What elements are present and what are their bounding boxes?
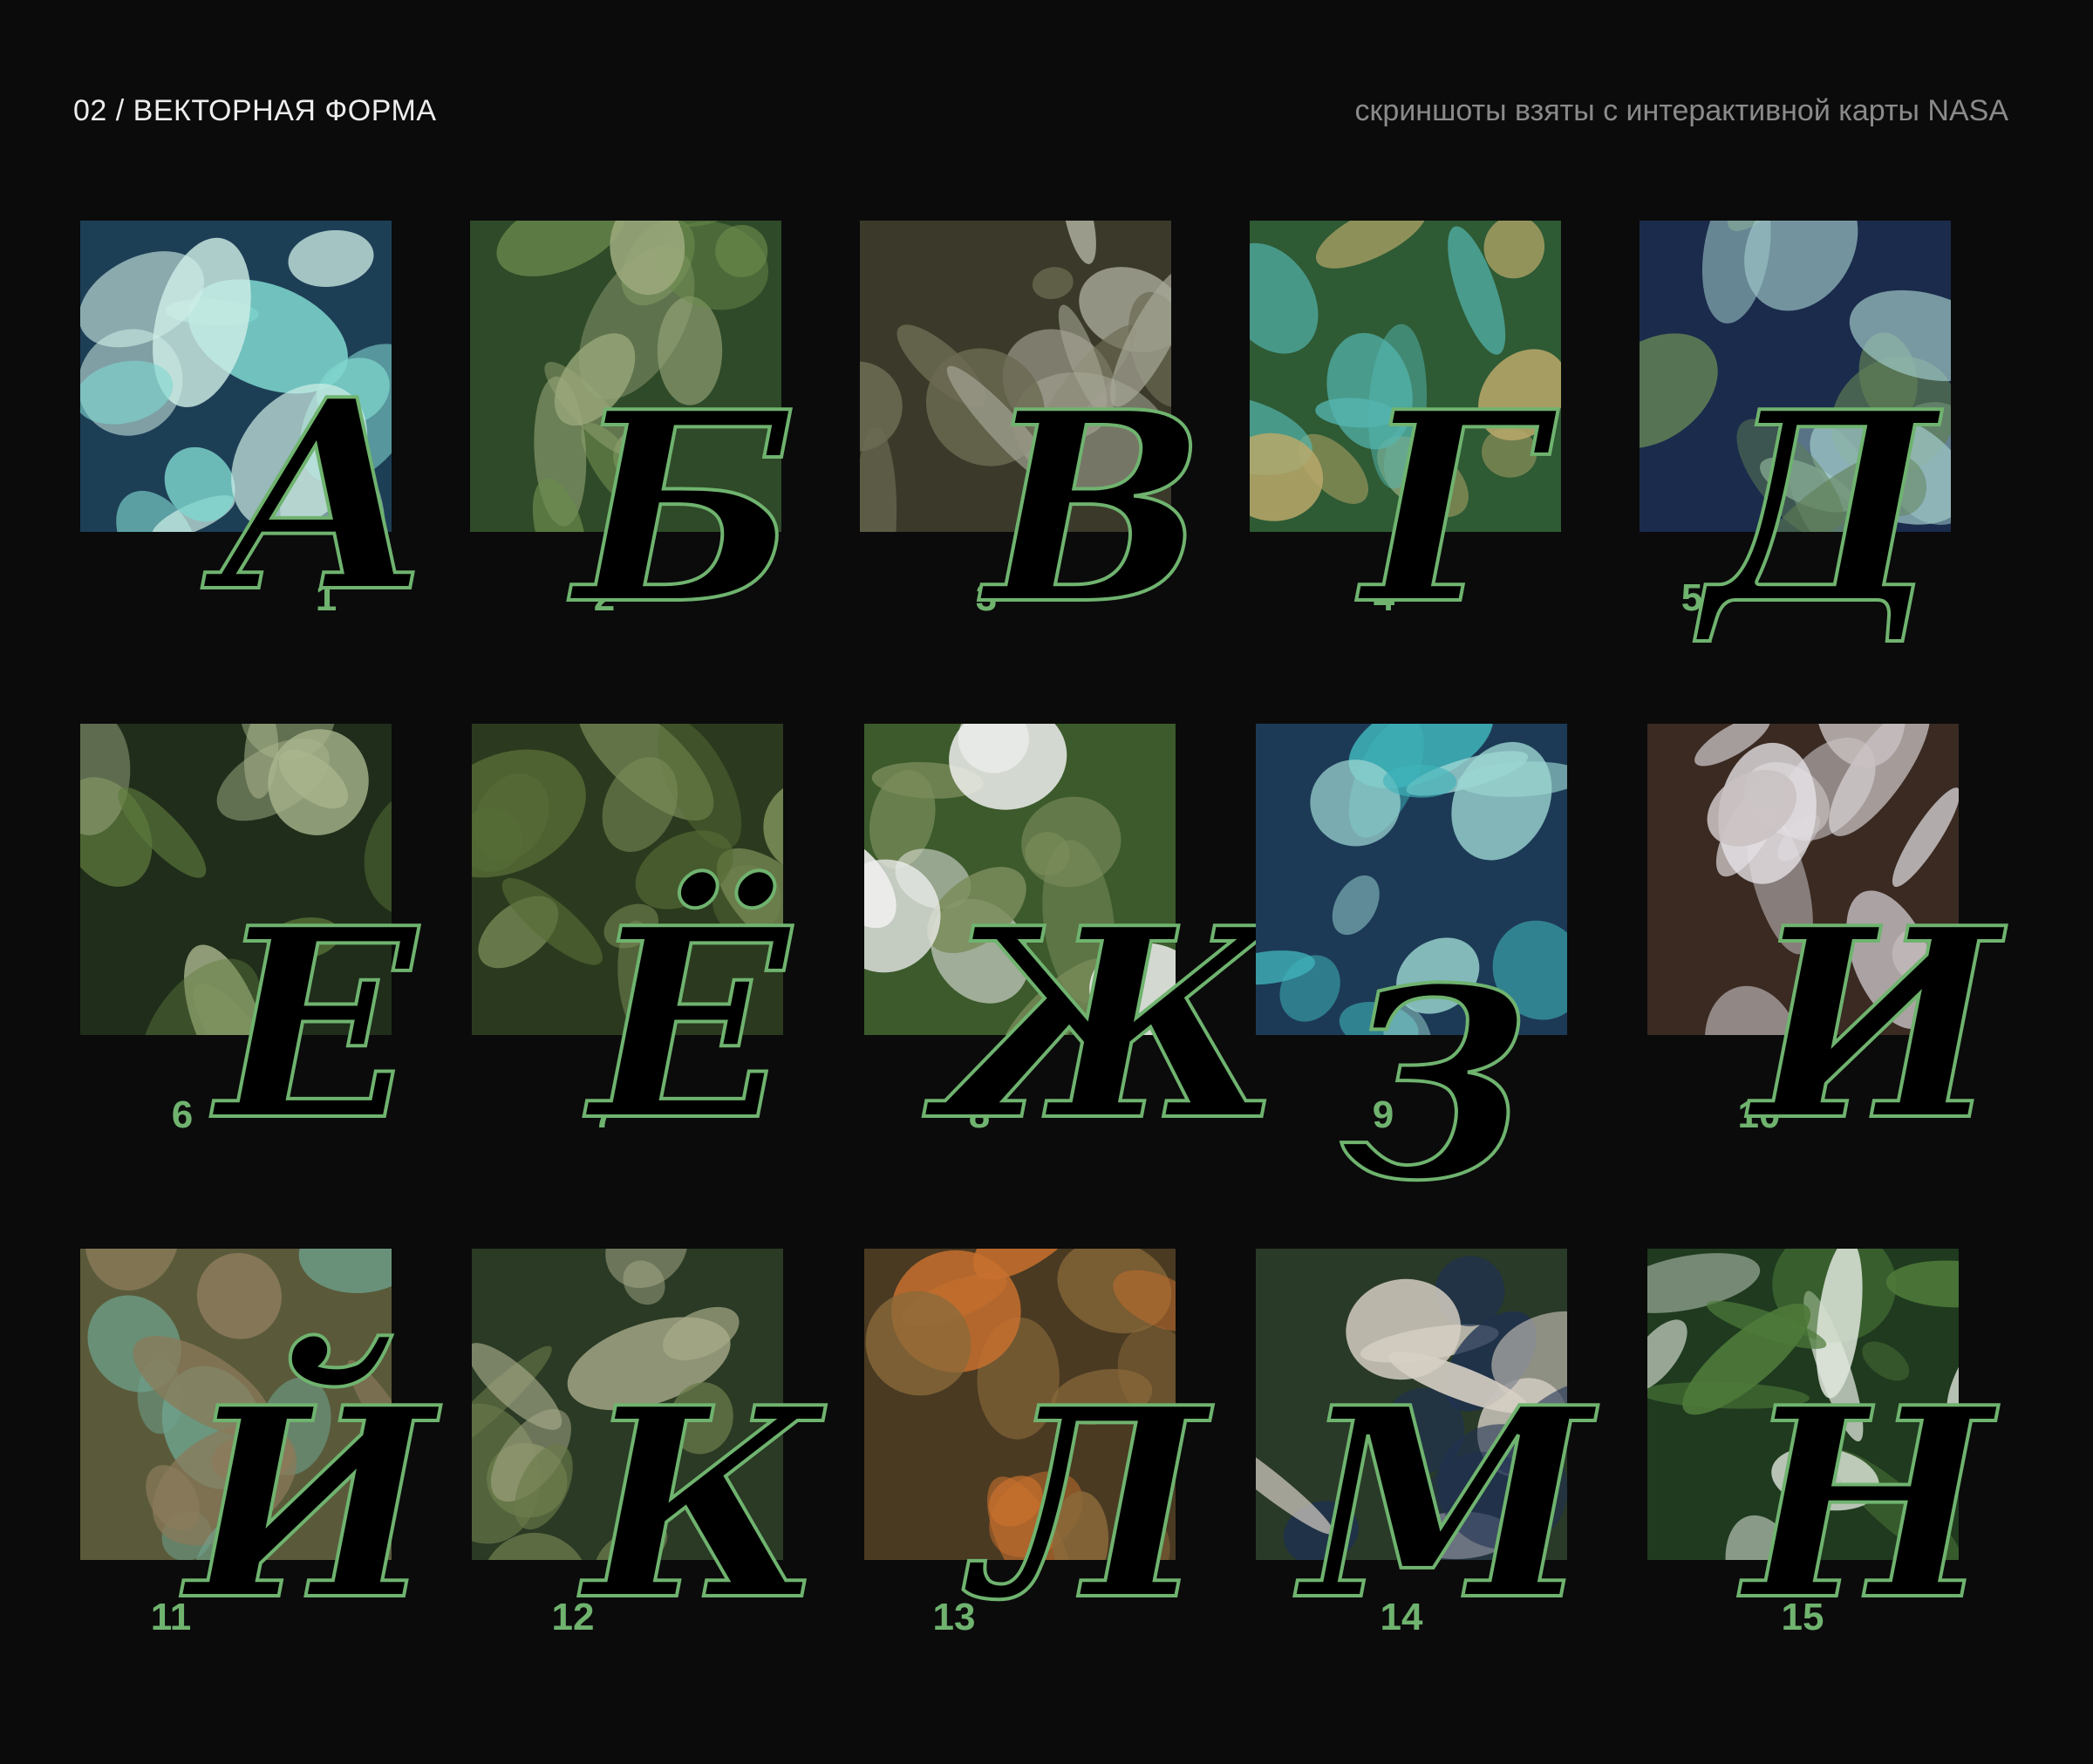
letter-glyph: Н: [1742, 1350, 1993, 1658]
letter-glyph: Ж: [937, 870, 1285, 1178]
letter-glyph: М: [1300, 1350, 1593, 1658]
letter-glyph: Б: [573, 354, 800, 662]
tile-number: 5: [1681, 576, 1703, 619]
tile-number: 13: [932, 1596, 976, 1638]
letter-glyph: Д: [1703, 354, 1940, 662]
letter-glyph: И: [1750, 870, 2001, 1178]
letter-glyph: Й: [185, 1350, 435, 1658]
letter-glyph: Е: [215, 870, 419, 1178]
tile-number: 6: [171, 1093, 194, 1136]
source-note: скриншоты взяты с интерактивной карты NA…: [1354, 94, 2008, 127]
letter-glyph: К: [583, 1350, 825, 1658]
letter-glyph: Ё: [589, 870, 792, 1178]
page-title: 02 / ВЕКТОРНАЯ ФОРМА: [73, 94, 437, 127]
letter-glyph: Л: [972, 1350, 1207, 1658]
letter-glyph: А: [216, 342, 433, 650]
letter-glyph: З: [1340, 930, 1531, 1238]
letter-glyph: Г: [1360, 354, 1544, 662]
tile-number: 11: [150, 1596, 192, 1638]
letter-glyph: В: [983, 354, 1208, 662]
